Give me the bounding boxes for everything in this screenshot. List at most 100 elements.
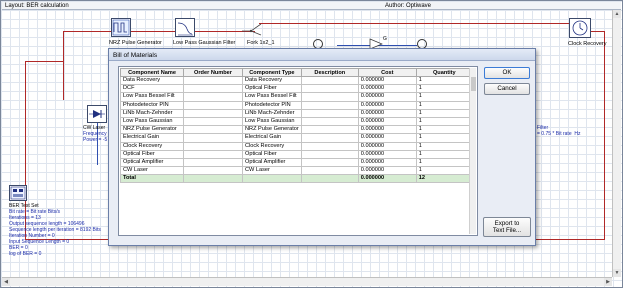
table-row[interactable]: Optical Fiber Optical Fiber 0.000000 1 xyxy=(120,149,473,159)
cw-laser-component[interactable] xyxy=(87,105,107,123)
wire-segment xyxy=(63,31,64,100)
table-cell xyxy=(183,149,243,159)
wire-segment xyxy=(604,31,605,239)
scrollbar-thumb[interactable] xyxy=(471,77,476,91)
table-cell: Clock Recovery xyxy=(120,141,184,151)
ber-analyzer-icon xyxy=(10,186,26,200)
nrz-generator-component[interactable] xyxy=(111,18,131,37)
vertical-scrollbar[interactable]: ▲ ▼ xyxy=(612,10,621,277)
table-row[interactable]: CW Laser CW Laser 0.000000 1 xyxy=(120,166,473,176)
fork-label: Fork 1x2_1 xyxy=(247,40,275,46)
table-cell: LiNb Mach-Zehnder xyxy=(242,108,302,118)
table-cell xyxy=(183,133,243,143)
horizontal-scrollbar[interactable]: ◀ ▶ xyxy=(2,277,612,286)
gain-label: G xyxy=(383,36,387,42)
table-row[interactable]: Data Recovery Data Recovery 0.000000 1 xyxy=(120,75,473,86)
table-cell xyxy=(183,75,243,86)
scroll-down-arrow-icon[interactable]: ▼ xyxy=(613,269,621,277)
table-cell xyxy=(300,100,359,110)
table-cell: 0.000000 xyxy=(357,133,417,143)
table-cell: 0.000000 xyxy=(357,92,417,102)
gaussian-filter-label: Low Pass Gaussian Filter xyxy=(173,40,236,46)
table-cell xyxy=(300,108,359,118)
column-header[interactable]: Component Name xyxy=(120,68,184,77)
filter-properties: Filter = 0.75 * Bit rate Hz xyxy=(537,125,581,137)
table-vertical-scrollbar[interactable] xyxy=(469,68,476,234)
table-cell: 1 xyxy=(415,108,473,118)
column-header[interactable]: Description xyxy=(300,68,359,77)
laser-diode-icon xyxy=(89,110,105,118)
clock-recovery-label: Clock Recovery xyxy=(568,41,607,47)
column-header[interactable]: Cost xyxy=(357,68,417,77)
table-row[interactable]: Clock Recovery Clock Recovery 0.000000 1 xyxy=(120,141,473,151)
clock-recovery-component[interactable] xyxy=(569,18,591,38)
table-row[interactable]: Low Pass Bessel Filt Low Pass Bessel Filt… xyxy=(120,92,473,102)
table-cell: 0.000000 xyxy=(357,157,417,168)
scroll-right-arrow-icon[interactable]: ▶ xyxy=(604,278,612,286)
table-cell: 1 xyxy=(415,84,473,94)
wire-segment xyxy=(591,31,605,32)
table-cell: Optical Fiber xyxy=(242,149,302,159)
ber-test-set-component[interactable] xyxy=(9,185,27,201)
bom-table: Component Name Order Number Component Type… xyxy=(120,68,473,184)
table-cell: Low Pass Bessel Filt xyxy=(242,92,302,102)
table-cell: Optical Fiber xyxy=(120,149,184,159)
table-row[interactable]: DCF Optical Fiber 0.000000 1 xyxy=(120,84,473,94)
table-cell: 12 xyxy=(415,174,473,184)
table-cell xyxy=(300,116,359,127)
export-to-text-file-button[interactable]: Export to Text File... xyxy=(483,217,531,237)
wire-segment xyxy=(63,31,111,32)
table-row[interactable]: Optical Amplifier Optical Amplifier 0.0000… xyxy=(120,157,473,168)
table-cell: 0.000000 xyxy=(357,75,417,86)
dialog-titlebar[interactable]: Bill of Materials xyxy=(109,49,535,61)
table-cell: 0.000000 xyxy=(357,116,417,127)
table-cell: 0.000000 xyxy=(357,84,417,94)
column-header[interactable]: Quantity xyxy=(415,68,473,77)
fork-icon xyxy=(242,23,262,36)
table-cell xyxy=(183,157,243,168)
table-row[interactable]: LiNb Mach-Zehnder LiNb Mach-Zehnder 0.0000… xyxy=(120,108,473,118)
bom-table-frame: Component Name Order Number Component Type… xyxy=(118,66,478,236)
cw-laser-prop-power: Power = -5 xyxy=(83,137,108,143)
table-cell xyxy=(183,166,243,176)
layout-header: Layout: BER calculation Author: Optiwave xyxy=(2,2,621,10)
table-cell: Optical Amplifier xyxy=(120,157,184,168)
table-cell: 1 xyxy=(415,166,473,176)
table-cell: 1 xyxy=(415,75,473,86)
table-cell xyxy=(300,133,359,143)
table-row[interactable]: Low Pass Gaussian Low Pass Gaussian 0.0000… xyxy=(120,116,473,127)
total-row[interactable]: Total 0.000000 12 xyxy=(120,174,473,184)
table-cell: 0.000000 xyxy=(357,125,417,135)
scroll-up-arrow-icon[interactable]: ▲ xyxy=(613,10,621,18)
gaussian-filter-component[interactable] xyxy=(175,18,195,37)
table-cell: CW Laser xyxy=(120,166,184,176)
scroll-left-arrow-icon[interactable]: ◀ xyxy=(2,278,10,286)
fork-component[interactable] xyxy=(241,21,263,37)
cancel-button[interactable]: Cancel xyxy=(484,83,530,95)
table-cell: Optical Amplifier xyxy=(242,157,302,168)
table-cell xyxy=(300,125,359,135)
nrz-generator-label: NRZ Pulse Generator xyxy=(109,40,162,46)
table-cell: Data Recovery xyxy=(242,75,302,86)
column-header[interactable]: Component Type xyxy=(242,68,302,77)
table-row[interactable]: Photodetector PIN Photodetector PIN 0.0000… xyxy=(120,100,473,110)
table-cell xyxy=(300,92,359,102)
table-cell: Low Pass Bessel Filt xyxy=(120,92,184,102)
table-header-row: Component Name Order Number Component Type… xyxy=(120,68,473,77)
layout-author: Author: Optiwave xyxy=(385,3,432,9)
table-cell: Electrical Gain xyxy=(120,133,184,143)
ber-test-set-properties: BER Test Set Bit rate = Bit rate Bits/s … xyxy=(9,203,101,257)
table-cell: LiNb Mach-Zehnder xyxy=(120,108,184,118)
pulse-icon xyxy=(112,19,130,36)
table-cell: Optical Fiber xyxy=(242,84,302,94)
filter-curve-icon xyxy=(177,22,193,36)
table-cell xyxy=(183,141,243,151)
table-row[interactable]: Electrical Gain Electrical Gain 0.000000 1 xyxy=(120,133,473,143)
column-header[interactable]: Order Number xyxy=(183,68,243,77)
table-cell: Total xyxy=(120,174,184,184)
table-row[interactable]: NRZ Pulse Generator NRZ Pulse Generator 0.… xyxy=(120,125,473,135)
layout-title: Layout: BER calculation xyxy=(5,3,69,9)
table-cell: 1 xyxy=(415,157,473,168)
ok-button[interactable]: OK xyxy=(484,67,530,79)
dialog-title: Bill of Materials xyxy=(113,52,158,59)
